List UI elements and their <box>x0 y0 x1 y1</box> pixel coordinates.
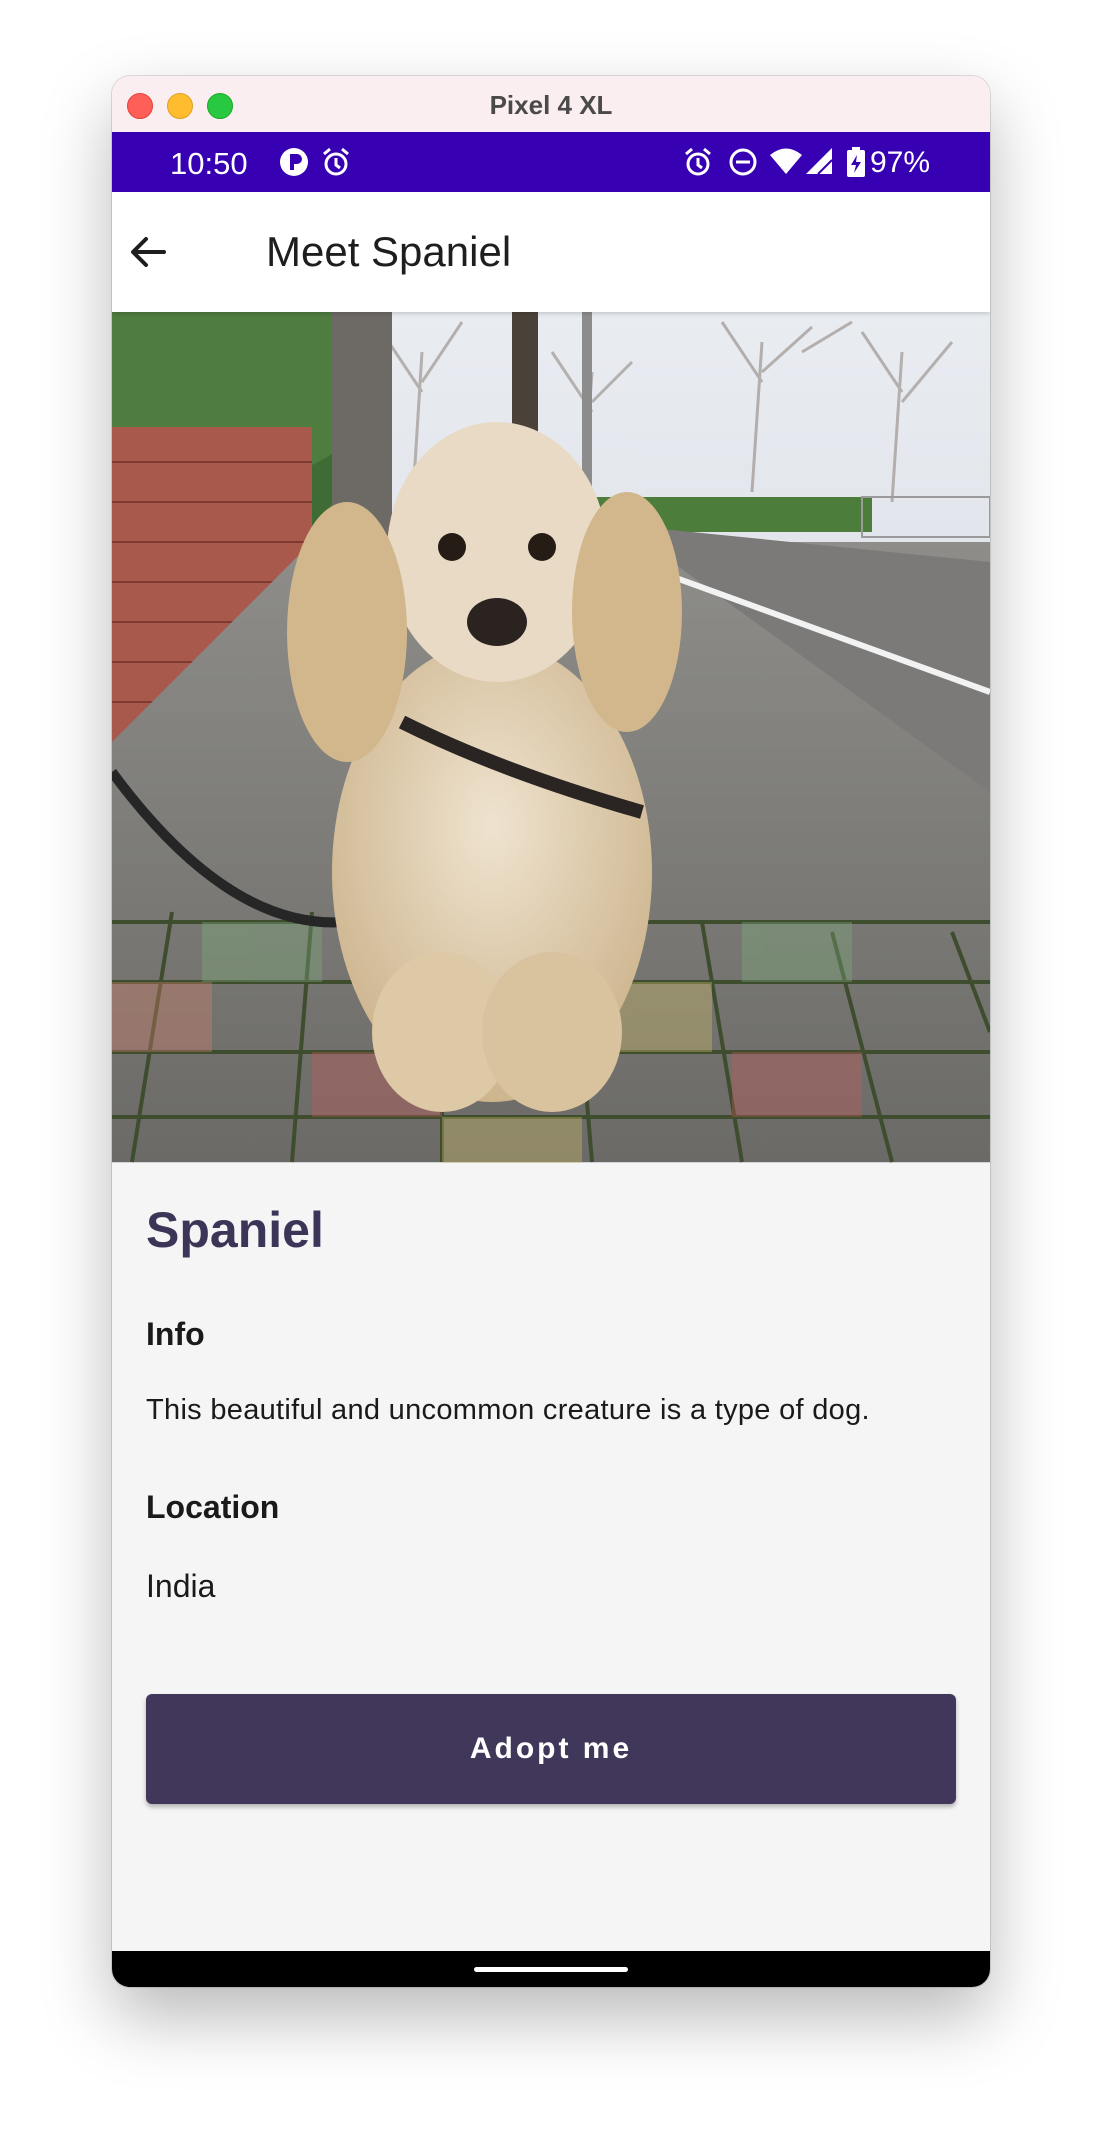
pet-photo <box>112 312 990 1163</box>
app-notification-icon <box>280 148 308 176</box>
home-gesture-handle[interactable] <box>474 1967 628 1972</box>
arrow-back-icon[interactable] <box>128 232 168 272</box>
alarm-icon-right <box>685 147 711 176</box>
adopt-button[interactable]: Adopt me <box>146 1694 956 1804</box>
pet-name: Spaniel <box>146 1202 324 1258</box>
location-value: India <box>146 1568 216 1604</box>
screen-title: Meet Spaniel <box>266 228 512 275</box>
info-text: This beautiful and uncommon creature is … <box>146 1394 870 1426</box>
status-bar: 10:50 97% <box>112 132 990 192</box>
app-bar: Meet Spaniel <box>112 192 990 312</box>
window-titlebar: Pixel 4 XL <box>112 76 990 133</box>
location-heading: Location <box>146 1489 280 1525</box>
battery-percentage: 97% <box>869 146 930 179</box>
wifi-icon <box>770 148 802 174</box>
status-time: 10:50 <box>170 146 248 181</box>
emulator-window: Pixel 4 XL 10:50 97% Meet Spaniel Spanie… <box>112 76 990 1987</box>
window-title: Pixel 4 XL <box>489 90 613 120</box>
navigation-bar <box>112 1951 990 1987</box>
info-heading: Info <box>146 1316 205 1352</box>
do-not-disturb-icon <box>729 148 757 176</box>
alarm-icon <box>323 147 349 176</box>
battery-charging-icon <box>847 147 865 177</box>
signal-icon <box>806 148 833 175</box>
